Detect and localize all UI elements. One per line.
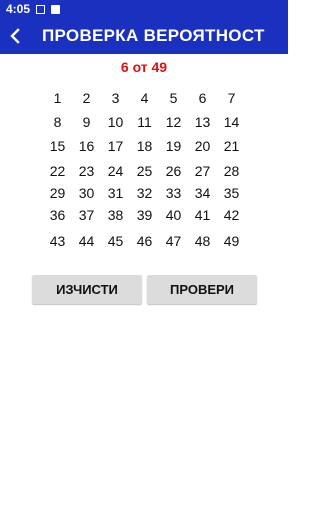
number-43[interactable]: 43 (43, 230, 72, 252)
image-icon (36, 4, 46, 14)
number-14[interactable]: 14 (217, 110, 246, 134)
number-30[interactable]: 30 (72, 182, 101, 204)
number-8[interactable]: 8 (43, 110, 72, 134)
number-23[interactable]: 23 (72, 160, 101, 182)
number-29[interactable]: 29 (43, 182, 72, 204)
number-13[interactable]: 13 (188, 110, 217, 134)
number-15[interactable]: 15 (43, 134, 72, 158)
number-22[interactable]: 22 (43, 160, 72, 182)
number-7[interactable]: 7 (217, 86, 246, 110)
number-19[interactable]: 19 (159, 134, 188, 158)
number-48[interactable]: 48 (188, 230, 217, 252)
number-3[interactable]: 3 (101, 86, 130, 110)
number-39[interactable]: 39 (130, 204, 159, 226)
clear-button[interactable]: ИЗЧИСТИ (32, 275, 142, 304)
number-9[interactable]: 9 (72, 110, 101, 134)
number-35[interactable]: 35 (217, 182, 246, 204)
number-38[interactable]: 38 (101, 204, 130, 226)
number-33[interactable]: 33 (159, 182, 188, 204)
check-button[interactable]: ПРОВЕРИ (147, 275, 257, 304)
number-grid: 1 2 3 4 5 6 7 8 9 10 11 12 13 14 15 16 17 18 19 20 21 22 23 24 2… (43, 86, 246, 252)
number-27[interactable]: 27 (188, 160, 217, 182)
number-4[interactable]: 4 (130, 86, 159, 110)
number-1[interactable]: 1 (43, 86, 72, 110)
selection-counter: 6 от 49 (120, 59, 168, 75)
number-47[interactable]: 47 (159, 230, 188, 252)
number-5[interactable]: 5 (159, 86, 188, 110)
action-buttons: ИЗЧИСТИ ПРОВЕРИ (32, 275, 257, 304)
number-6[interactable]: 6 (188, 86, 217, 110)
number-17[interactable]: 17 (101, 134, 130, 158)
number-36[interactable]: 36 (43, 204, 72, 226)
number-21[interactable]: 21 (217, 134, 246, 158)
number-16[interactable]: 16 (72, 134, 101, 158)
number-12[interactable]: 12 (159, 110, 188, 134)
number-41[interactable]: 41 (188, 204, 217, 226)
number-24[interactable]: 24 (101, 160, 130, 182)
number-11[interactable]: 11 (130, 110, 159, 134)
number-20[interactable]: 20 (188, 134, 217, 158)
number-2[interactable]: 2 (72, 86, 101, 110)
number-34[interactable]: 34 (188, 182, 217, 204)
number-45[interactable]: 45 (101, 230, 130, 252)
number-10[interactable]: 10 (101, 110, 130, 134)
back-button[interactable] (0, 18, 32, 54)
app-bar: ПРОВЕРКА ВЕРОЯТНОСТ (0, 18, 288, 54)
number-49[interactable]: 49 (217, 230, 246, 252)
status-time: 4:05 (6, 2, 31, 16)
number-28[interactable]: 28 (217, 160, 246, 182)
number-46[interactable]: 46 (130, 230, 159, 252)
arrow-left-icon (10, 28, 20, 44)
number-25[interactable]: 25 (130, 160, 159, 182)
number-26[interactable]: 26 (159, 160, 188, 182)
number-44[interactable]: 44 (72, 230, 101, 252)
status-bar: 4:05 (0, 0, 288, 18)
notification-icon (51, 4, 61, 14)
number-18[interactable]: 18 (130, 134, 159, 158)
number-32[interactable]: 32 (130, 182, 159, 204)
number-40[interactable]: 40 (159, 204, 188, 226)
number-31[interactable]: 31 (101, 182, 130, 204)
number-37[interactable]: 37 (72, 204, 101, 226)
number-42[interactable]: 42 (217, 204, 246, 226)
page-title: ПРОВЕРКА ВЕРОЯТНОСТ (42, 26, 265, 45)
